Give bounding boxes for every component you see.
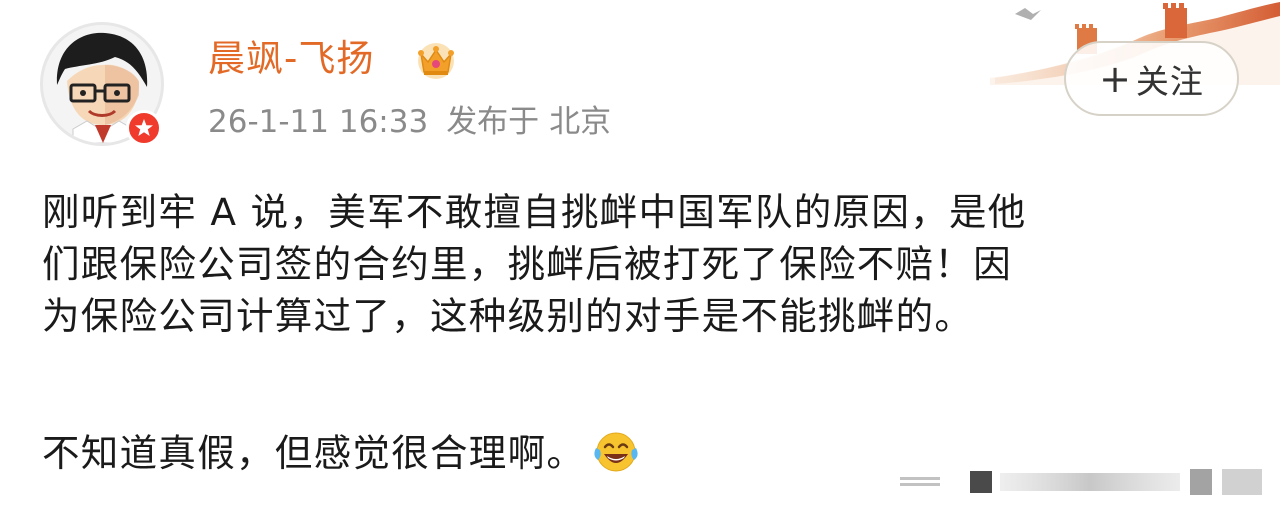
laughing-tears-emoji-icon [594,432,638,472]
weibo-post: 晨飒-飞扬 26-1-11 16:33 发布于 北京 + 关注 刚听到牢 A 说，美… [0,0,1280,512]
plus-icon: + [1099,56,1132,101]
post-line-4: 不知道真假，但感觉很合理啊。 [42,431,586,475]
post-header: 晨飒-飞扬 26-1-11 16:33 发布于 北京 + 关注 [0,0,1280,160]
username[interactable]: 晨飒-飞扬 [208,34,374,84]
published-at-label: 发布于 [446,104,540,140]
post-location: 北京 [549,104,612,140]
post-line-3: 为保险公司计算过了，这种级别的对手是不能挑衅的。 [42,294,974,338]
watermark [900,469,1262,495]
post-content: 刚听到牢 A 说，美军不敢擅自挑衅中国军队的原因，是他 们跟保险公司签的合约里，… [42,186,1222,479]
post-line-2: 们跟保险公司签的合约里，挑衅后被打死了保险不赔！因 [42,242,1012,286]
post-meta: 26-1-11 16:33 发布于 北京 [208,100,611,144]
post-line-1: 刚听到牢 A 说，美军不敢擅自挑衅中国军队的原因，是他 [42,190,1027,234]
follow-label: 关注 [1135,61,1204,101]
follow-button[interactable]: + 关注 [1064,41,1239,116]
crown-icon [418,43,454,79]
verified-badge-icon [126,110,162,146]
post-timestamp: 26-1-11 16:33 [208,104,429,140]
